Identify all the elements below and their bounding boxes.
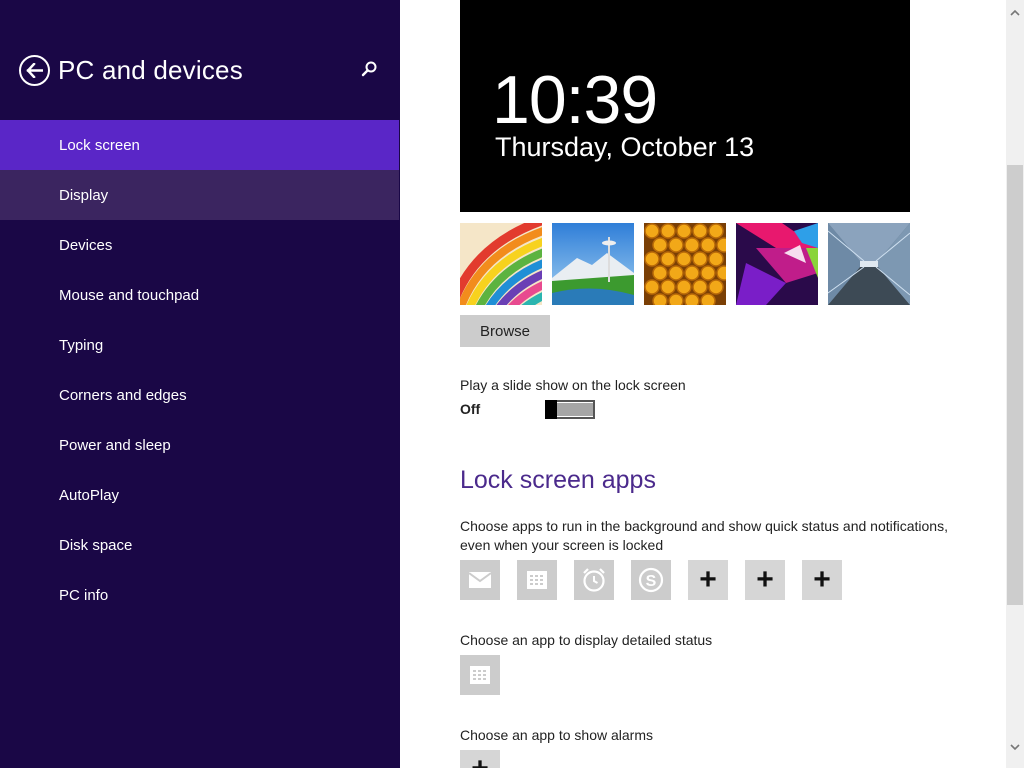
background-thumbnails: [460, 223, 910, 305]
space-needle-image: [552, 223, 634, 305]
sidebar-item-display[interactable]: Display: [0, 170, 399, 220]
app-slot-add-3[interactable]: +: [802, 560, 842, 600]
sidebar: PC and devices Lock screen Display Devic…: [0, 0, 400, 768]
sidebar-item-pc-info[interactable]: PC info: [0, 570, 399, 620]
calendar-icon: [527, 571, 547, 589]
back-button[interactable]: [19, 55, 50, 86]
detailed-status-app-slot[interactable]: [460, 655, 500, 695]
geometric-image: [736, 223, 818, 305]
skype-icon: S: [638, 567, 664, 593]
sidebar-item-lock-screen[interactable]: Lock screen: [0, 120, 399, 170]
app-slot-alarms[interactable]: [574, 560, 614, 600]
app-slot-add-1[interactable]: +: [688, 560, 728, 600]
sidebar-nav: Lock screen Display Devices Mouse and to…: [0, 120, 400, 620]
page-title: PC and devices: [58, 55, 243, 85]
lock-screen-apps-title: Lock screen apps: [460, 466, 656, 494]
sidebar-item-devices[interactable]: Devices: [0, 220, 399, 270]
browse-button[interactable]: Browse: [460, 315, 550, 347]
lock-screen-preview: 10:39 Thursday, October 13: [460, 0, 910, 212]
alarm-clock-icon: [583, 568, 605, 592]
thumbnail-geometric[interactable]: [736, 223, 818, 305]
slideshow-toggle[interactable]: [545, 400, 595, 419]
app-slot-calendar[interactable]: [517, 560, 557, 600]
preview-time: 10:39: [492, 62, 658, 138]
preview-date: Thursday, October 13: [495, 132, 755, 162]
app-slot-mail[interactable]: [460, 560, 500, 600]
thumbnail-honeycomb[interactable]: [644, 223, 726, 305]
slideshow-toggle-state: Off: [460, 401, 481, 417]
sidebar-item-mouse-and-touchpad[interactable]: Mouse and touchpad: [0, 270, 399, 320]
sidebar-item-power-and-sleep[interactable]: Power and sleep: [0, 420, 399, 470]
thumbnail-space-needle[interactable]: [552, 223, 634, 305]
back-arrow-icon: [26, 63, 43, 78]
tunnel-image: [828, 223, 910, 305]
plus-icon: +: [471, 754, 489, 768]
settings-content: 10:39 Thursday, October 13 Browse Play a…: [400, 0, 1006, 768]
sidebar-item-corners-and-edges[interactable]: Corners and edges: [0, 370, 399, 420]
thumbnail-tunnel[interactable]: [828, 223, 910, 305]
sidebar-item-typing[interactable]: Typing: [0, 320, 399, 370]
svg-text:S: S: [646, 573, 657, 590]
plus-icon: +: [756, 563, 774, 596]
plus-icon: +: [813, 563, 831, 596]
scroll-up-icon[interactable]: [1006, 6, 1024, 18]
rainbow-stripes-image: [460, 223, 542, 305]
sidebar-item-autoplay[interactable]: AutoPlay: [0, 470, 399, 520]
honeycomb-image: [644, 223, 726, 305]
alarms-label: Choose an app to show alarms: [460, 727, 653, 743]
scroll-down-icon[interactable]: [1006, 740, 1024, 752]
app-slot-skype[interactable]: S: [631, 560, 671, 600]
search-icon: [361, 61, 377, 77]
sidebar-item-disk-space[interactable]: Disk space: [0, 520, 399, 570]
mail-icon: [469, 572, 491, 588]
vertical-scrollbar[interactable]: [1006, 0, 1024, 768]
thumbnail-rainbow-stripes[interactable]: [460, 223, 542, 305]
lock-screen-apps-description: Choose apps to run in the background and…: [460, 518, 948, 553]
alarms-app-slot[interactable]: +: [460, 750, 500, 768]
search-button[interactable]: [360, 60, 380, 80]
plus-icon: +: [699, 563, 717, 596]
toggle-track: [557, 403, 593, 416]
scrollbar-thumb[interactable]: [1007, 165, 1023, 605]
toggle-knob: [545, 400, 557, 419]
app-slot-add-2[interactable]: +: [745, 560, 785, 600]
sidebar-header: PC and devices: [0, 0, 400, 120]
lock-screen-app-slots: S + + +: [460, 560, 860, 600]
detailed-status-label: Choose an app to display detailed status: [460, 632, 713, 648]
slideshow-label: Play a slide show on the lock screen: [460, 377, 686, 393]
calendar-icon: [470, 666, 490, 684]
